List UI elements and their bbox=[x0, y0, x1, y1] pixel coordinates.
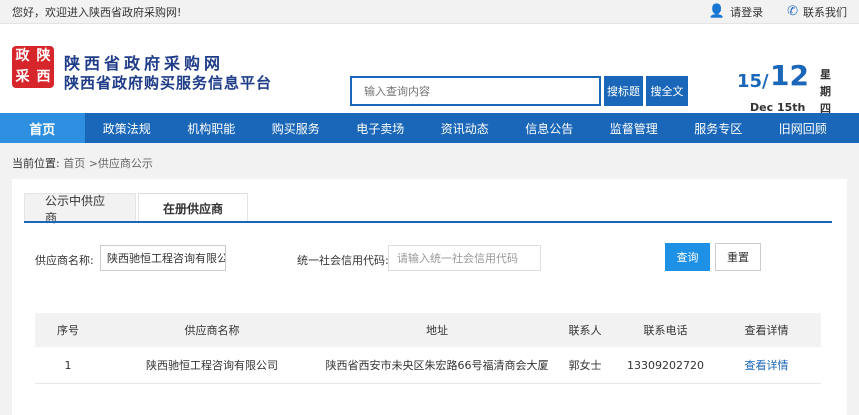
nav-item-announcements[interactable]: 信息公告 bbox=[507, 113, 592, 143]
tab-underline bbox=[24, 221, 832, 223]
cell-address: 陕西省西安市未央区朱宏路66号福清商会大厦 bbox=[325, 359, 549, 372]
nav-item-home[interactable]: 首页 bbox=[0, 113, 85, 143]
col-header-supplier-name: 供应商名称 bbox=[184, 324, 240, 337]
logo-char: 政 bbox=[15, 48, 30, 64]
breadcrumb: 当前位置: 首页 >供应商公示 bbox=[12, 155, 153, 171]
table-header: 序号 供应商名称 地址 联系人 联系电话 查看详情 bbox=[35, 313, 821, 347]
contact-label: 联系我们 bbox=[803, 5, 847, 19]
nav-item-news[interactable]: 资讯动态 bbox=[423, 113, 508, 143]
login-link[interactable]: 👤 请登录 bbox=[709, 4, 763, 20]
user-icon: 👤 bbox=[708, 4, 726, 19]
nav-item-purchase-service[interactable]: 购买服务 bbox=[254, 113, 339, 143]
breadcrumb-label: 当前位置: bbox=[12, 157, 60, 170]
search-title-button[interactable]: 搜标题 bbox=[604, 76, 643, 106]
top-links: 👤 请登录 ✆ 联系我们 bbox=[709, 4, 847, 20]
content-panel: 公示中供应商 在册供应商 供应商名称: 陕西驰恒工程咨询有限公司 统一社会信用代… bbox=[12, 179, 847, 415]
nav-item-service-zone[interactable]: 服务专区 bbox=[676, 113, 761, 143]
search-input[interactable] bbox=[352, 78, 599, 104]
cell-phone: 13309202720 bbox=[627, 358, 704, 372]
reset-button[interactable]: 重置 bbox=[715, 243, 761, 271]
nav-item-old-site[interactable]: 旧网回顾 bbox=[761, 113, 846, 143]
query-button[interactable]: 查询 bbox=[665, 243, 710, 271]
table-row: 1 陕西驰恒工程咨询有限公司 陕西省西安市未央区朱宏路66号福清商会大厦 郭女士… bbox=[35, 347, 821, 384]
search-box bbox=[350, 76, 601, 106]
tab-bar: 公示中供应商 在册供应商 bbox=[24, 193, 250, 225]
nav-item-functions[interactable]: 机构职能 bbox=[169, 113, 254, 143]
logo-char: 采 bbox=[15, 69, 30, 85]
site-header: 政 陕 采 西 陕西省政府采购网 陕西省政府购买服务信息平台 搜标题 搜全文 1… bbox=[0, 24, 859, 115]
weekday: 星期四 bbox=[820, 68, 831, 115]
logo-char: 陕 bbox=[36, 48, 51, 64]
nav-item-e-mall[interactable]: 电子卖场 bbox=[338, 113, 423, 143]
nav-item-supervision[interactable]: 监督管理 bbox=[592, 113, 677, 143]
site-title: 陕西省政府采购网 bbox=[64, 54, 225, 73]
top-bar: 您好，欢迎进入陕西省政府采购网! 👤 请登录 ✆ 联系我们 bbox=[0, 0, 859, 24]
date-month: 12 bbox=[770, 59, 809, 92]
tab-registered-suppliers[interactable]: 在册供应商 bbox=[138, 193, 248, 223]
site-subtitle: 陕西省政府购买服务信息平台 bbox=[64, 74, 273, 92]
cell-contact: 郭女士 bbox=[568, 359, 602, 372]
site-logo[interactable]: 政 陕 采 西 bbox=[12, 46, 54, 88]
cell-index: 1 bbox=[64, 358, 72, 372]
phone-icon: ✆ bbox=[787, 4, 798, 19]
welcome-text: 您好，欢迎进入陕西省政府采购网! bbox=[12, 5, 182, 19]
logo-char: 西 bbox=[36, 69, 51, 85]
view-details-link[interactable]: 查看详情 bbox=[712, 357, 821, 373]
supplier-table: 序号 供应商名称 地址 联系人 联系电话 查看详情 1 陕西驰恒工程咨询有限公司… bbox=[35, 313, 821, 384]
credit-code-input[interactable]: 请输入统一社会信用代码 bbox=[388, 245, 541, 271]
col-header-phone: 联系电话 bbox=[643, 324, 688, 337]
col-header-details: 查看详情 bbox=[744, 324, 789, 337]
col-header-contact: 联系人 bbox=[568, 324, 602, 337]
main-nav: 首页 政策法规 机构职能 购买服务 电子卖场 资讯动态 信息公告 监督管理 服务… bbox=[0, 113, 859, 143]
search-fulltext-button[interactable]: 搜全文 bbox=[646, 76, 688, 106]
contact-link[interactable]: ✆ 联系我们 bbox=[787, 4, 847, 20]
supplier-name-input[interactable]: 陕西驰恒工程咨询有限公司 bbox=[100, 245, 226, 271]
tab-publicizing-suppliers[interactable]: 公示中供应商 bbox=[24, 193, 136, 225]
col-header-address: 地址 bbox=[426, 324, 448, 337]
cell-supplier-name: 陕西驰恒工程咨询有限公司 bbox=[146, 359, 278, 372]
nav-item-policy[interactable]: 政策法规 bbox=[85, 113, 170, 143]
date-day: 15/ bbox=[737, 71, 769, 92]
col-header-index: 序号 bbox=[57, 324, 79, 337]
credit-code-label: 统一社会信用代码: bbox=[297, 254, 389, 267]
login-label: 请登录 bbox=[730, 5, 764, 19]
supplier-name-label: 供应商名称: bbox=[35, 254, 94, 267]
breadcrumb-path[interactable]: 首页 >供应商公示 bbox=[63, 157, 153, 170]
